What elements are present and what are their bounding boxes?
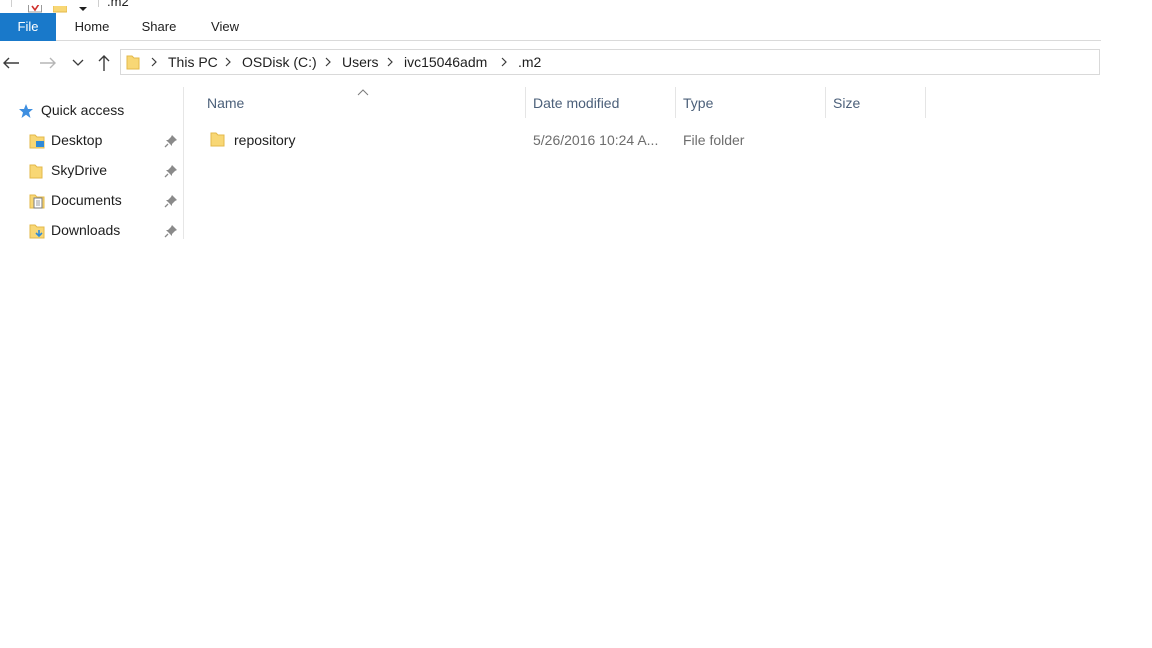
pin-icon[interactable]: [164, 164, 178, 178]
sidebar-item-downloads[interactable]: Downloads: [0, 216, 182, 239]
quick-access-label: Quick access: [41, 102, 125, 118]
column-header-date-modified[interactable]: Date modified: [533, 88, 673, 118]
chevron-right-icon[interactable]: [223, 55, 233, 69]
chevron-right-icon[interactable]: [149, 55, 159, 69]
sidebar-clip: Downloads: [0, 216, 182, 239]
up-button[interactable]: [93, 52, 115, 74]
chevron-down-icon: [72, 59, 84, 66]
file-date-modified: 5/26/2016 10:24 A...: [533, 132, 659, 148]
sidebar-item-label: SkyDrive: [51, 162, 108, 178]
chevron-right-icon[interactable]: [323, 55, 333, 69]
breadcrumb-user-folder[interactable]: ivc15046adm: [404, 53, 487, 71]
quick-access-item[interactable]: Quick access: [0, 96, 182, 126]
sidebar-item-label: Documents: [51, 192, 122, 208]
back-arrow-icon: [3, 57, 19, 69]
column-divider[interactable]: [925, 87, 926, 118]
column-header-type[interactable]: Type: [683, 88, 823, 118]
star-icon: [18, 103, 34, 119]
column-divider[interactable]: [675, 87, 676, 118]
column-divider[interactable]: [525, 87, 526, 118]
tab-view[interactable]: View: [198, 13, 252, 41]
pin-icon[interactable]: [164, 194, 178, 208]
tab-file[interactable]: File: [0, 13, 56, 41]
folder-icon: [29, 163, 45, 179]
breadcrumb-this-pc[interactable]: This PC: [168, 53, 218, 71]
title-bar: .m2: [0, 0, 1152, 13]
sidebar-item-label: Desktop: [51, 132, 103, 148]
sidebar-item-label: Downloads: [51, 222, 121, 238]
documents-folder-icon: [29, 193, 45, 209]
file-name[interactable]: repository: [234, 132, 295, 148]
up-arrow-icon: [98, 55, 110, 71]
ribbon-divider: [56, 40, 1101, 41]
forward-button[interactable]: [37, 52, 59, 74]
breadcrumb-current[interactable]: .m2: [518, 53, 541, 71]
window-title: .m2: [107, 0, 129, 9]
column-header-size[interactable]: Size: [833, 88, 923, 118]
tab-share[interactable]: Share: [131, 13, 187, 41]
sidebar-item-desktop[interactable]: Desktop: [0, 126, 182, 156]
properties-icon[interactable]: [28, 0, 42, 13]
pin-icon[interactable]: [164, 224, 178, 238]
back-button[interactable]: [0, 52, 22, 74]
column-header-name[interactable]: Name: [207, 88, 523, 118]
forward-arrow-icon: [40, 57, 56, 69]
recent-locations-button[interactable]: [67, 52, 89, 74]
breadcrumb-users[interactable]: Users: [342, 53, 379, 71]
folder-icon: [126, 54, 140, 70]
file-type: File folder: [683, 132, 745, 148]
column-divider[interactable]: [825, 87, 826, 118]
title-divider: [98, 0, 99, 7]
pin-icon[interactable]: [164, 134, 178, 148]
breadcrumb-osdisk[interactable]: OSDisk (C:): [242, 53, 317, 71]
chevron-right-icon[interactable]: [385, 55, 395, 69]
desktop-folder-icon: [29, 133, 45, 149]
tab-home[interactable]: Home: [61, 13, 123, 41]
downloads-folder-icon: [29, 223, 45, 239]
chevron-right-icon[interactable]: [499, 55, 509, 69]
quick-access-divider: [11, 0, 12, 7]
sidebar-item-skydrive[interactable]: SkyDrive: [0, 156, 182, 186]
customize-quick-access-icon[interactable]: [77, 0, 89, 11]
folder-icon: [210, 131, 226, 147]
new-folder-icon[interactable]: [52, 0, 68, 13]
nav-pane-divider: [183, 87, 184, 239]
sidebar-item-documents[interactable]: Documents: [0, 186, 182, 216]
table-row[interactable]: repository 5/26/2016 10:24 A... File fol…: [200, 126, 925, 154]
